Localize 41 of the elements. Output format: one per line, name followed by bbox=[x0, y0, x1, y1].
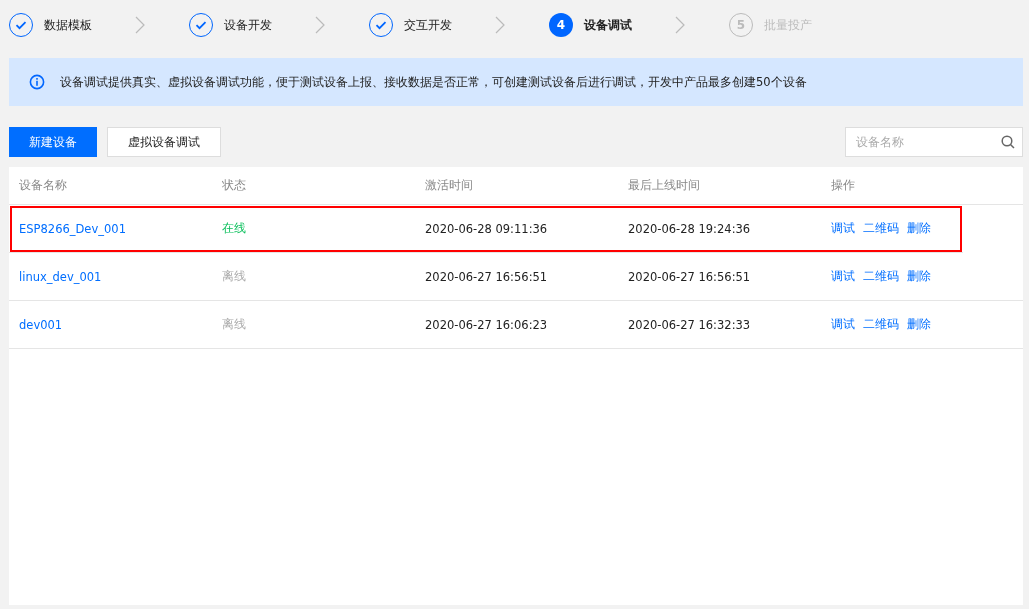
table-cell: 2020-06-27 16:32:33 bbox=[628, 317, 751, 332]
column-header: 激活时间 bbox=[425, 178, 473, 192]
device-name-link[interactable]: linux_dev_001 bbox=[19, 269, 102, 284]
table-cell: 2020-06-28 19:24:36 bbox=[628, 221, 751, 236]
device-name-link[interactable]: ESP8266_Dev_001 bbox=[19, 221, 126, 236]
step-label: 数据模板 bbox=[44, 16, 93, 34]
info-icon bbox=[29, 74, 45, 90]
search-field[interactable]: 设备名称 bbox=[845, 127, 1023, 157]
new-device-button[interactable]: 新建设备 bbox=[9, 127, 97, 157]
step-label: 交互开发 bbox=[404, 16, 453, 34]
step-indicator: 4 bbox=[549, 13, 573, 37]
step-label: 设备调试 bbox=[584, 16, 633, 34]
action-link[interactable]: 删除 bbox=[907, 317, 931, 332]
action-link[interactable]: 删除 bbox=[907, 269, 931, 284]
step-label: 设备开发 bbox=[224, 16, 273, 34]
action-link[interactable]: 二维码 bbox=[863, 317, 899, 332]
action-link[interactable]: 调试 bbox=[831, 317, 855, 332]
action-link[interactable]: 调试 bbox=[831, 269, 855, 284]
action-link[interactable]: 删除 bbox=[907, 221, 931, 236]
status-text: 离线 bbox=[222, 317, 246, 331]
info-text: 设备调试提供真实、虚拟设备调试功能，便于测试设备上报、接收数据是否正常，可创建测试设备后进行调试，开发中产品最多创建50个设备 bbox=[60, 74, 807, 90]
chevron-icon bbox=[495, 16, 505, 34]
action-link[interactable]: 二维码 bbox=[863, 221, 899, 236]
table-cell: 2020-06-27 16:56:51 bbox=[425, 269, 548, 284]
status-text: 在线 bbox=[222, 221, 246, 235]
chevron-icon bbox=[315, 16, 325, 34]
action-link[interactable]: 二维码 bbox=[863, 269, 899, 284]
table-cell: 2020-06-27 16:56:51 bbox=[628, 269, 751, 284]
table-cell: 2020-06-27 16:06:23 bbox=[425, 317, 548, 332]
device-name-link[interactable]: dev001 bbox=[19, 317, 63, 332]
table-cell: 2020-06-28 09:11:36 bbox=[425, 221, 548, 236]
status-text: 离线 bbox=[222, 269, 246, 283]
chevron-icon bbox=[675, 16, 685, 34]
search-icon[interactable] bbox=[1001, 135, 1015, 149]
column-header: 设备名称 bbox=[19, 178, 67, 192]
column-header: 状态 bbox=[222, 178, 246, 192]
virtual-debug-button[interactable]: 虚拟设备调试 bbox=[107, 127, 221, 157]
column-header: 操作 bbox=[831, 178, 855, 192]
chevron-icon bbox=[135, 16, 145, 34]
column-header: 最后上线时间 bbox=[628, 178, 700, 192]
action-link[interactable]: 调试 bbox=[831, 221, 855, 236]
